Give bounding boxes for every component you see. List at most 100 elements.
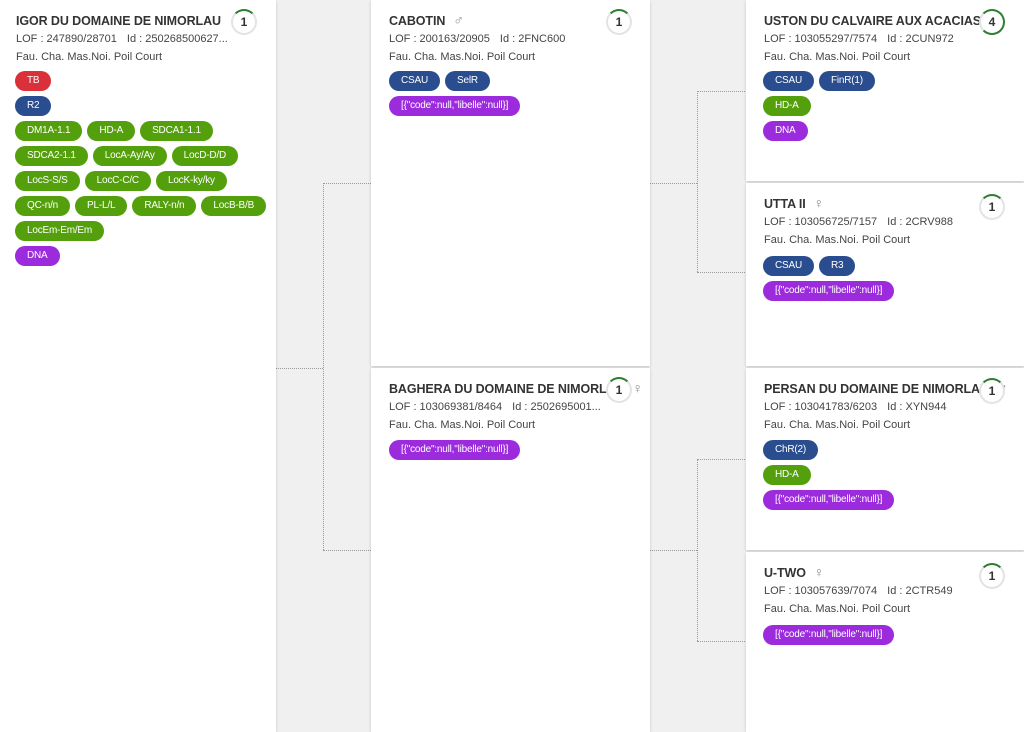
badge-list: [{"code":null,"libelle":null}] <box>389 440 642 465</box>
identifiers: LOF : 103069381/8464 Id : 2502695001... <box>389 401 601 413</box>
animal-name-text[interactable]: IGOR DU DOMAINE DE NIMORLAU <box>16 14 221 28</box>
animal-name[interactable]: IGOR DU DOMAINE DE NIMORLAU♂ <box>16 12 239 28</box>
badge-hd-a[interactable]: HD-A <box>763 465 811 485</box>
badge-pl[interactable]: PL-L/L <box>75 196 128 216</box>
description: Fau. Cha. Mas.Noi. Poil Court <box>764 419 911 431</box>
badge-dm1a[interactable]: DM1A-1.1 <box>15 121 83 141</box>
badge-lock[interactable]: LocK-ky/ky <box>155 171 227 191</box>
male-icon: ♂ <box>453 12 464 28</box>
identifiers: LOF : 103041783/6203 Id : XYN944 <box>764 401 946 413</box>
badge-finr[interactable]: FinR(1) <box>818 71 875 91</box>
badge-csau[interactable]: CSAU <box>763 256 814 276</box>
pedigree-card-uston[interactable]: USTON DU CALVAIRE AUX ACACIAS♂ 4 LOF : 1… <box>746 0 1024 181</box>
animal-name-text[interactable]: BAGHERA DU DOMAINE DE NIMORLAU <box>389 382 625 396</box>
description: Fau. Cha. Mas.Noi. Poil Court <box>764 51 911 63</box>
badge-dna[interactable]: DNA <box>763 121 808 141</box>
badge-qc[interactable]: QC-n/n <box>15 196 71 216</box>
connector-line <box>697 641 745 642</box>
badge-locd[interactable]: LocD-D/D <box>171 146 238 166</box>
female-icon: ♀ <box>813 564 825 580</box>
connector-line <box>323 183 371 184</box>
badge-r2[interactable]: R2 <box>15 96 52 116</box>
identifiers: LOF : 103055297/7574 Id : 2CUN972 <box>764 33 954 45</box>
offspring-count-badge[interactable]: 4 <box>979 9 1005 35</box>
pedigree-card-utwo[interactable]: U-TWO ♀ 1 LOF : 103057639/7074 Id : 2CTR54… <box>746 552 1024 732</box>
animal-name[interactable]: CABOTIN ♂ <box>389 12 464 28</box>
badge-locc[interactable]: LocC-C/C <box>84 171 151 191</box>
lof-number: LOF : 103055297/7574 <box>764 33 878 45</box>
badge-dna-json[interactable]: [{"code":null,"libelle":null}] <box>763 490 895 510</box>
animal-name-text[interactable]: CABOTIN <box>389 14 445 28</box>
badge-selr[interactable]: SelR <box>444 71 490 91</box>
pedigree-card-cabotin[interactable]: CABOTIN ♂ 1 LOF : 200163/20905 Id : 2FNC60… <box>371 0 650 366</box>
pedigree-card-igor[interactable]: IGOR DU DOMAINE DE NIMORLAU♂ 1 LOF : 247… <box>0 0 276 732</box>
badge-hd-a[interactable]: HD-A <box>87 121 136 141</box>
badge-dna-json[interactable]: [{"code":null,"libelle":null}] <box>763 281 895 301</box>
identifiers: LOF : 247890/28701 Id : 250268500627... <box>16 33 228 45</box>
badge-dna-json[interactable]: [{"code":null,"libelle":null}] <box>763 625 895 645</box>
lof-number: LOF : 103041783/6203 <box>764 401 878 413</box>
connector-line <box>323 183 324 550</box>
lof-number: LOF : 103069381/8464 <box>389 401 503 413</box>
badge-sdca1[interactable]: SDCA1-1.1 <box>140 121 213 141</box>
offspring-count-badge[interactable]: 1 <box>606 9 632 35</box>
badge-csau[interactable]: CSAU <box>389 71 440 91</box>
description: Fau. Cha. Mas.Noi. Poil Court <box>389 419 536 431</box>
badge-dna-json[interactable]: [{"code":null,"libelle":null}] <box>389 440 521 460</box>
badge-csau[interactable]: CSAU <box>763 71 814 91</box>
badge-locs[interactable]: LocS-S/S <box>15 171 80 191</box>
description: Fau. Cha. Mas.Noi. Poil Court <box>764 603 911 615</box>
pedigree-card-baghera[interactable]: BAGHERA DU DOMAINE DE NIMORLAU ♀ 1 LOF : … <box>371 368 650 732</box>
animal-name-text[interactable]: UTTA II <box>764 197 806 211</box>
badge-list: CSAU SelR [{"code":null,"libelle":null}] <box>389 71 642 121</box>
badge-chr[interactable]: ChR(2) <box>763 440 819 460</box>
id-number: Id : 2CRV988 <box>887 216 953 228</box>
id-number: Id : XYN944 <box>887 401 947 413</box>
badge-locem[interactable]: LocEm-Em/Em <box>15 221 105 241</box>
offspring-count-badge[interactable]: 1 <box>606 377 632 403</box>
connector-line <box>697 91 745 92</box>
badge-tb[interactable]: TB <box>15 71 52 91</box>
animal-name[interactable]: BAGHERA DU DOMAINE DE NIMORLAU ♀ <box>389 380 643 396</box>
badge-list: ChR(2) HD-A [{"code":null,"libelle":null… <box>763 440 1016 515</box>
badge-dna[interactable]: DNA <box>15 246 60 266</box>
badge-locb[interactable]: LocB-B/B <box>201 196 267 216</box>
offspring-count-badge[interactable]: 1 <box>979 563 1005 589</box>
lof-number: LOF : 200163/20905 <box>389 33 490 45</box>
animal-name-text[interactable]: PERSAN DU DOMAINE DE NIMORLAU <box>764 382 989 396</box>
animal-name[interactable]: PERSAN DU DOMAINE DE NIMORLAU♂ <box>764 380 1007 396</box>
offspring-count-badge[interactable]: 1 <box>231 9 257 35</box>
animal-name-text[interactable]: USTON DU CALVAIRE AUX ACACIAS <box>764 14 981 28</box>
offspring-count-badge[interactable]: 1 <box>979 194 1005 220</box>
offspring-count-badge[interactable]: 1 <box>979 378 1005 404</box>
id-number: Id : 2CUN972 <box>887 33 954 45</box>
connector-line <box>697 272 745 273</box>
badge-r3[interactable]: R3 <box>818 256 856 276</box>
female-icon: ♀ <box>813 195 825 211</box>
badge-dna-json[interactable]: [{"code":null,"libelle":null}] <box>389 96 521 116</box>
badge-hd-a[interactable]: HD-A <box>763 96 811 116</box>
animal-name[interactable]: UTTA II ♀ <box>764 195 824 211</box>
description: Fau. Cha. Mas.Noi. Poil Court <box>764 234 911 246</box>
connector-line <box>276 368 323 369</box>
lof-number: LOF : 103057639/7074 <box>764 585 878 597</box>
id-number: Id : 250268500627... <box>126 33 228 45</box>
animal-name[interactable]: U-TWO ♀ <box>764 564 824 580</box>
connector-line <box>697 91 698 272</box>
female-icon: ♀ <box>632 380 643 396</box>
badge-list: [{"code":null,"libelle":null}] <box>763 625 1016 650</box>
badge-loca[interactable]: LocA-Ay/Ay <box>92 146 167 166</box>
badge-raly[interactable]: RALY-n/n <box>132 196 197 216</box>
connector-line <box>650 550 697 551</box>
connector-line <box>697 459 745 460</box>
pedigree-card-utta[interactable]: UTTA II ♀ 1 LOF : 103056725/7157 Id : 2CRV… <box>746 183 1024 366</box>
id-number: Id : 2FNC600 <box>499 33 566 45</box>
description: Fau. Cha. Mas.Noi. Poil Court <box>16 51 163 63</box>
connector-line <box>697 459 698 641</box>
pedigree-card-persan[interactable]: PERSAN DU DOMAINE DE NIMORLAU♂ 1 LOF : 1… <box>746 368 1024 550</box>
badge-sdca2[interactable]: SDCA2-1.1 <box>15 146 88 166</box>
animal-name-text[interactable]: U-TWO <box>764 566 806 580</box>
badge-list: CSAU R3 [{"code":null,"libelle":null}] <box>763 256 1016 306</box>
badge-list: CSAU FinR(1) HD-A DNA <box>763 71 1016 146</box>
animal-name[interactable]: USTON DU CALVAIRE AUX ACACIAS♂ <box>764 12 1000 28</box>
